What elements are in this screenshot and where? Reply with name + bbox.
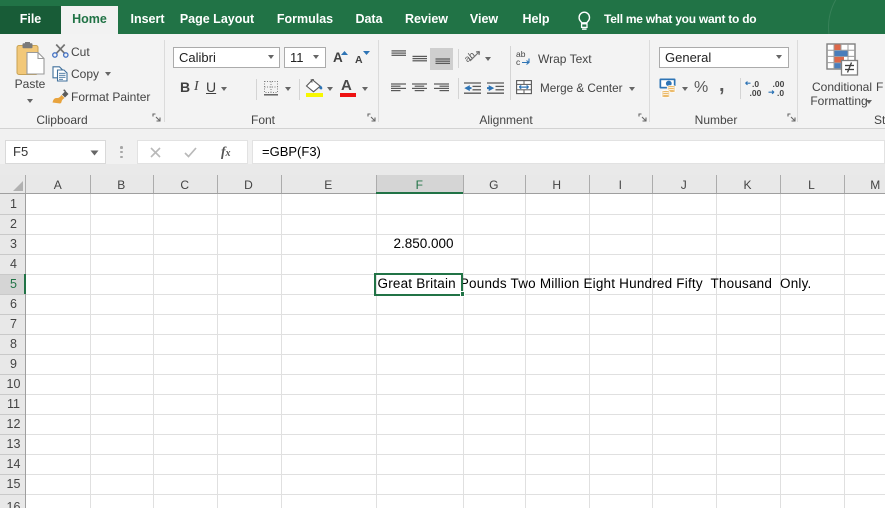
svg-text:.00: .00 — [750, 88, 762, 97]
svg-text:.0: .0 — [777, 88, 784, 97]
